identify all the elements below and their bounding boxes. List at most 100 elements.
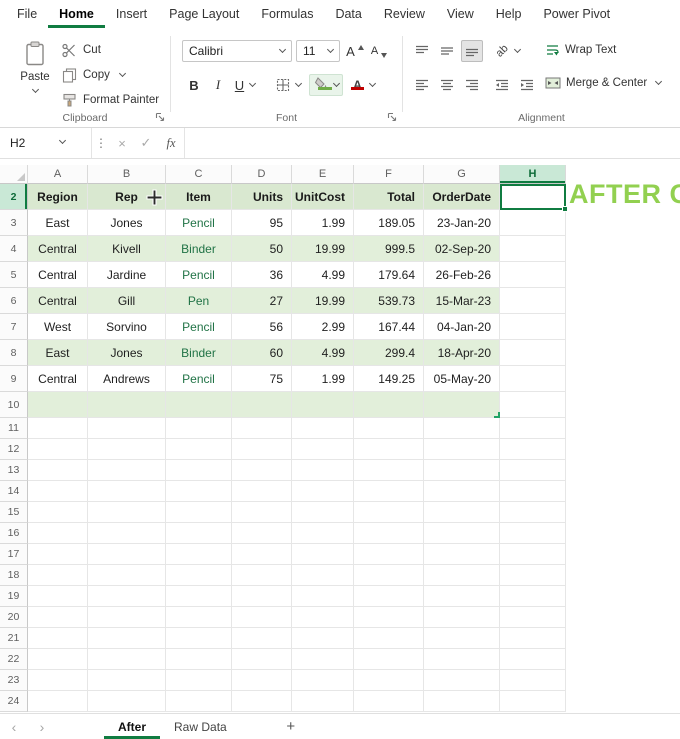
increase-indent-button[interactable]	[516, 74, 538, 96]
cell-D12[interactable]	[232, 439, 292, 460]
cell-H10[interactable]	[500, 392, 566, 418]
add-sheet-button[interactable]: +	[281, 718, 301, 735]
cell-D18[interactable]	[232, 565, 292, 586]
font-color-button[interactable]: A	[347, 74, 379, 96]
cell-F21[interactable]	[354, 628, 424, 649]
enter-icon[interactable]: ✓	[134, 135, 158, 151]
ribbon-tab-file[interactable]: File	[6, 0, 48, 28]
paste-button[interactable]: Paste	[12, 36, 58, 116]
column-header-c[interactable]: C	[166, 165, 232, 184]
cell-F4[interactable]: 999.5	[354, 236, 424, 262]
font-name-select[interactable]: Calibri	[182, 40, 292, 62]
after-overlay-text[interactable]: AFTER CL	[569, 179, 680, 210]
cell-A13[interactable]	[28, 460, 88, 481]
cell-D4[interactable]: 50	[232, 236, 292, 262]
cell-G16[interactable]	[424, 523, 500, 544]
merge-center-button[interactable]: Merge & Center	[545, 77, 663, 89]
ribbon-tab-view[interactable]: View	[436, 0, 485, 28]
cell-A19[interactable]	[28, 586, 88, 607]
cell-F11[interactable]	[354, 418, 424, 439]
cell-F20[interactable]	[354, 607, 424, 628]
column-header-h[interactable]: H	[500, 165, 566, 184]
cell-F9[interactable]: 149.25	[354, 366, 424, 392]
align-bottom-button[interactable]	[461, 40, 483, 62]
cell-A11[interactable]	[28, 418, 88, 439]
column-header-d[interactable]: D	[232, 165, 292, 184]
cell-A2[interactable]: Region	[28, 184, 88, 210]
cell-C15[interactable]	[166, 502, 232, 523]
cell-A10[interactable]	[28, 392, 88, 418]
row-header-2[interactable]: 2	[0, 184, 28, 210]
cell-B15[interactable]	[88, 502, 166, 523]
italic-button[interactable]: I	[207, 74, 229, 96]
cell-H16[interactable]	[500, 523, 566, 544]
cell-E10[interactable]	[292, 392, 354, 418]
cell-D15[interactable]	[232, 502, 292, 523]
cell-D16[interactable]	[232, 523, 292, 544]
cell-D3[interactable]: 95	[232, 210, 292, 236]
cell-G9[interactable]: 05-May-20	[424, 366, 500, 392]
cell-H14[interactable]	[500, 481, 566, 502]
cell-G12[interactable]	[424, 439, 500, 460]
row-header-15[interactable]: 15	[0, 502, 28, 523]
cell-A18[interactable]	[28, 565, 88, 586]
align-top-button[interactable]	[411, 40, 433, 62]
cell-C2[interactable]: Item	[166, 184, 232, 210]
column-header-f[interactable]: F	[354, 165, 424, 184]
cell-G3[interactable]: 23-Jan-20	[424, 210, 500, 236]
row-header-18[interactable]: 18	[0, 565, 28, 586]
cell-A14[interactable]	[28, 481, 88, 502]
sheet-tab-raw-data[interactable]: Raw Data	[160, 714, 241, 739]
row-header-13[interactable]: 13	[0, 460, 28, 481]
cell-G7[interactable]: 04-Jan-20	[424, 314, 500, 340]
cell-G17[interactable]	[424, 544, 500, 565]
row-header-9[interactable]: 9	[0, 366, 28, 392]
cell-A23[interactable]	[28, 670, 88, 691]
cell-E14[interactable]	[292, 481, 354, 502]
cell-G5[interactable]: 26-Feb-26	[424, 262, 500, 288]
cell-F8[interactable]: 299.4	[354, 340, 424, 366]
font-dialog-launcher[interactable]	[387, 112, 397, 122]
cell-H22[interactable]	[500, 649, 566, 670]
cell-C8[interactable]: Binder	[166, 340, 232, 366]
column-header-b[interactable]: B	[88, 165, 166, 184]
cell-B14[interactable]	[88, 481, 166, 502]
row-header-6[interactable]: 6	[0, 288, 28, 314]
cell-H24[interactable]	[500, 691, 566, 712]
cell-D7[interactable]: 56	[232, 314, 292, 340]
cell-G2[interactable]: OrderDate	[424, 184, 500, 210]
cell-G11[interactable]	[424, 418, 500, 439]
cell-D20[interactable]	[232, 607, 292, 628]
cell-C10[interactable]	[166, 392, 232, 418]
cell-E19[interactable]	[292, 586, 354, 607]
orientation-button[interactable]: ab	[491, 40, 525, 62]
cell-F14[interactable]	[354, 481, 424, 502]
ribbon-tab-page-layout[interactable]: Page Layout	[158, 0, 250, 28]
cell-E9[interactable]: 1.99	[292, 366, 354, 392]
underline-button[interactable]: U	[229, 74, 261, 96]
row-header-14[interactable]: 14	[0, 481, 28, 502]
select-all-button[interactable]	[0, 165, 28, 184]
cell-G13[interactable]	[424, 460, 500, 481]
cell-F6[interactable]: 539.73	[354, 288, 424, 314]
column-header-e[interactable]: E	[292, 165, 354, 184]
cell-E23[interactable]	[292, 670, 354, 691]
cell-F18[interactable]	[354, 565, 424, 586]
cell-C4[interactable]: Binder	[166, 236, 232, 262]
cell-F10[interactable]	[354, 392, 424, 418]
cell-F16[interactable]	[354, 523, 424, 544]
cell-D24[interactable]	[232, 691, 292, 712]
cut-button[interactable]: Cut	[62, 40, 101, 60]
cell-F24[interactable]	[354, 691, 424, 712]
cell-A4[interactable]: Central	[28, 236, 88, 262]
row-header-24[interactable]: 24	[0, 691, 28, 712]
cell-C18[interactable]	[166, 565, 232, 586]
cell-C21[interactable]	[166, 628, 232, 649]
cell-H19[interactable]	[500, 586, 566, 607]
formula-bar-more-icon[interactable]: ⋮	[92, 136, 110, 150]
cell-G23[interactable]	[424, 670, 500, 691]
cell-B19[interactable]	[88, 586, 166, 607]
cell-C11[interactable]	[166, 418, 232, 439]
cell-G6[interactable]: 15-Mar-23	[424, 288, 500, 314]
cell-E18[interactable]	[292, 565, 354, 586]
